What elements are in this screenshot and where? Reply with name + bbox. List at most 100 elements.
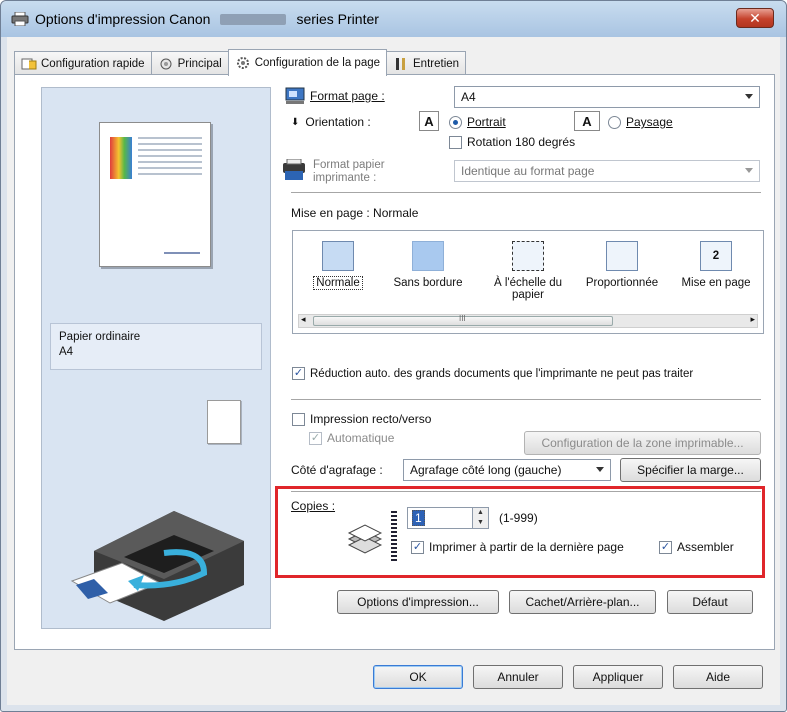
scroll-thumb[interactable]: III xyxy=(313,314,613,326)
rotation-180-checkbox[interactable]: Rotation 180 degrés xyxy=(449,135,575,149)
rotation-180-label: Rotation 180 degrés xyxy=(467,135,576,149)
layout-item-label: Sans bordure xyxy=(393,277,463,289)
tab-label: Configuration de la page xyxy=(254,57,381,69)
print-area-button-label: Configuration de la zone imprimable... xyxy=(541,436,744,450)
checkbox-unchecked[interactable] xyxy=(449,135,462,149)
tab-maintenance[interactable]: Entretien xyxy=(386,51,467,75)
duplex-checkbox[interactable]: Impression recto/verso xyxy=(292,412,431,426)
layout-scaled-icon xyxy=(606,241,638,271)
apply-button[interactable]: Appliquer xyxy=(573,665,663,689)
landscape-radio[interactable]: Paysage xyxy=(608,115,673,129)
portrait-label: Portrait xyxy=(467,115,506,129)
tab-quick-setup[interactable]: Configuration rapide xyxy=(14,51,152,75)
orientation-arrow-icon: ⬇ xyxy=(291,116,300,128)
default-button[interactable]: Défaut xyxy=(667,590,753,614)
portrait-icon: A xyxy=(419,111,439,131)
auto-reduce-label: Réduction auto. des grands documents que… xyxy=(310,367,694,380)
help-label: Aide xyxy=(705,670,731,684)
radio-selected[interactable] xyxy=(449,115,462,129)
paper-type-text: Papier ordinaire xyxy=(59,331,141,343)
help-button[interactable]: Aide xyxy=(673,665,763,689)
print-options-button[interactable]: Options d'impression... xyxy=(337,590,499,614)
preview-pane: Papier ordinaire A4 xyxy=(41,87,271,629)
stapling-label: Côté d'agrafage : xyxy=(291,463,383,477)
printer-paper-dropdown[interactable]: Identique au format page xyxy=(454,160,760,182)
output-page-icon xyxy=(207,400,241,444)
auto-reduce-checkbox[interactable]: ✓ Réduction auto. des grands documents q… xyxy=(292,367,693,380)
chevron-down-icon xyxy=(596,467,604,472)
printer-paper-label: Format papier imprimante : xyxy=(313,159,385,185)
redacted-model xyxy=(220,13,287,25)
layout-normal-icon xyxy=(322,241,354,271)
stamp-background-label: Cachet/Arrière-plan... xyxy=(525,595,640,609)
page-format-value: A4 xyxy=(461,90,476,104)
page-format-icon xyxy=(285,87,305,104)
ok-label: OK xyxy=(409,670,427,684)
tab-label: Principal xyxy=(177,57,222,70)
dialog-client: Configuration rapide Principal Configura… xyxy=(7,37,780,705)
window-title: Options d'impression Canon series Printe… xyxy=(35,11,379,27)
window-title-suffix: series Printer xyxy=(296,11,379,27)
stapling-value: Agrafage côté long (gauche) xyxy=(410,463,562,477)
landscape-label: Paysage xyxy=(626,115,673,129)
cancel-button[interactable]: Annuler xyxy=(473,665,563,689)
scroll-thumb-grip: III xyxy=(459,314,466,323)
automatic-label: Automatique xyxy=(327,431,395,445)
page-format-dropdown[interactable]: A4 xyxy=(454,86,760,108)
layout-page-layout[interactable]: 2 Mise en page xyxy=(671,231,761,289)
preview-color-block xyxy=(110,137,132,179)
cancel-label: Annuler xyxy=(497,670,539,684)
page-setup-icon xyxy=(236,57,249,69)
chevron-down-icon xyxy=(745,168,753,173)
preview-text-lines xyxy=(138,137,202,179)
layout-item-label: Mise en page xyxy=(681,277,751,289)
layout-item-label: À l'échelle du papier xyxy=(493,277,563,301)
layout-label: Mise en page : Normale xyxy=(291,206,419,220)
layout-scaled[interactable]: Proportionnée xyxy=(577,231,667,289)
printer-paper-label-line-1: Format papier xyxy=(313,159,385,171)
tab-label: Entretien xyxy=(413,57,460,70)
landscape-icon-letter: A xyxy=(582,113,592,129)
checkbox-unchecked[interactable] xyxy=(292,412,305,426)
title-bar: Options d'impression Canon series Printe… xyxy=(1,1,786,37)
highlight-box xyxy=(275,486,765,578)
close-icon: ✕ xyxy=(749,10,761,26)
tab-strip: Configuration rapide Principal Configura… xyxy=(14,49,467,76)
printer-paper-value: Identique au format page xyxy=(461,164,595,178)
chevron-down-icon xyxy=(745,94,753,99)
checkbox-checked-disabled[interactable]: ✓ xyxy=(309,431,322,445)
layout-page-layout-icon: 2 xyxy=(700,241,732,271)
layout-borderless[interactable]: Sans bordure xyxy=(383,231,473,289)
layout-scrollbar[interactable]: ◂ III ▸ xyxy=(298,314,758,328)
preview-footer-line xyxy=(164,252,200,254)
scroll-left-icon[interactable]: ◂ xyxy=(301,314,306,325)
tab-label: Configuration rapide xyxy=(41,57,145,70)
maintenance-icon xyxy=(396,57,406,70)
layout-item-label: Proportionnée xyxy=(585,277,659,289)
specify-margin-button[interactable]: Spécifier la marge... xyxy=(620,458,761,482)
quick-setup-icon xyxy=(21,58,37,69)
window-title-prefix: Options d'impression Canon xyxy=(35,11,211,27)
separator xyxy=(291,192,761,194)
specify-margin-label: Spécifier la marge... xyxy=(637,463,744,477)
layout-item-label: Normale xyxy=(313,276,363,290)
layout-fit-to-paper[interactable]: À l'échelle du papier xyxy=(483,231,573,301)
print-area-button[interactable]: Configuration de la zone imprimable... xyxy=(524,431,761,455)
portrait-radio[interactable]: Portrait xyxy=(449,115,506,129)
scroll-right-icon[interactable]: ▸ xyxy=(750,314,755,325)
page-setup-panel: Papier ordinaire A4 Format page : A4 ⬇ O… xyxy=(14,74,775,650)
close-button[interactable]: ✕ xyxy=(736,8,774,28)
radio-unselected[interactable] xyxy=(608,115,621,129)
stapling-dropdown[interactable]: Agrafage côté long (gauche) xyxy=(403,459,611,481)
main-icon xyxy=(160,58,172,69)
ok-button[interactable]: OK xyxy=(373,665,463,689)
layout-normal[interactable]: Normale xyxy=(293,231,383,290)
printer-paper-label-line-2: imprimante : xyxy=(313,172,377,184)
duplex-label: Impression recto/verso xyxy=(310,412,432,426)
tab-main[interactable]: Principal xyxy=(150,51,229,75)
checkbox-checked[interactable]: ✓ xyxy=(292,367,305,380)
stamp-background-button[interactable]: Cachet/Arrière-plan... xyxy=(509,590,656,614)
automatic-checkbox[interactable]: ✓ Automatique xyxy=(309,431,394,445)
page-preview xyxy=(99,122,211,267)
tab-page-setup[interactable]: Configuration de la page xyxy=(227,49,388,76)
